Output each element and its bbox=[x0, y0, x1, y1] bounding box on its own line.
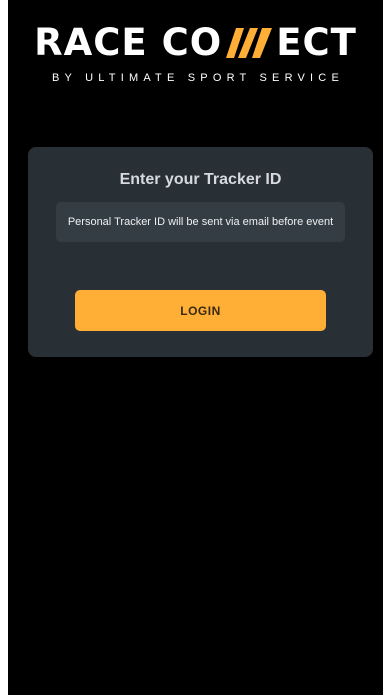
login-card: Enter your Tracker ID LOGIN bbox=[28, 147, 373, 357]
app-screen: RACE CO ECT BY ULTIMATE SPORT SERVICE En… bbox=[8, 0, 383, 695]
card-title: Enter your Tracker ID bbox=[119, 171, 282, 188]
logo-text-ect: ECT bbox=[276, 21, 357, 64]
race-connect-logo: RACE CO ECT BY ULTIMATE SPORT SERVICE bbox=[8, 20, 383, 84]
logo-text-race-co: RACE CO bbox=[34, 21, 223, 64]
lightning-n-logo-icon bbox=[226, 28, 273, 58]
login-button[interactable]: LOGIN bbox=[75, 290, 326, 331]
logo-tagline: BY ULTIMATE SPORT SERVICE bbox=[52, 72, 344, 84]
logo-wordmark: RACE CO ECT bbox=[34, 20, 357, 66]
tracker-id-input[interactable] bbox=[56, 202, 345, 242]
